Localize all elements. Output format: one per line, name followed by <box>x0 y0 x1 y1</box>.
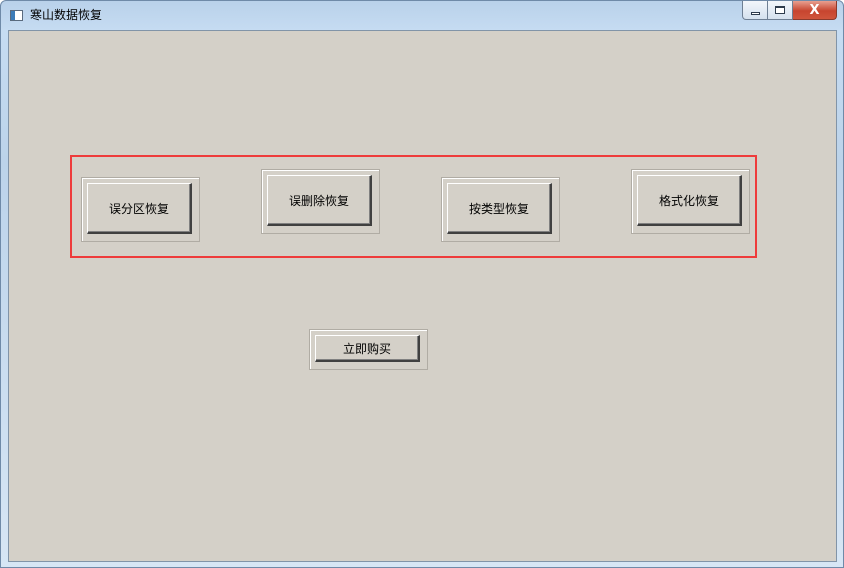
maximize-icon <box>775 6 785 14</box>
app-window: 寒山数据恢复 X 误分区恢复 误删除恢复 按类型恢复 格式化恢复 立即购买 <box>0 0 844 568</box>
close-icon: X <box>809 2 820 18</box>
type-recovery-button[interactable]: 按类型恢复 <box>447 183 552 234</box>
minimize-button[interactable] <box>742 1 768 20</box>
partition-recovery-frame: 误分区恢复 <box>81 177 200 242</box>
format-recovery-button[interactable]: 格式化恢复 <box>637 175 742 226</box>
title-bar[interactable]: 寒山数据恢复 X <box>1 1 843 29</box>
partition-recovery-button[interactable]: 误分区恢复 <box>87 183 192 234</box>
buy-now-button[interactable]: 立即购买 <box>315 335 420 362</box>
minimize-icon <box>750 11 760 15</box>
client-area: 误分区恢复 误删除恢复 按类型恢复 格式化恢复 立即购买 <box>8 30 837 562</box>
close-button[interactable]: X <box>793 1 837 20</box>
format-recovery-frame: 格式化恢复 <box>631 169 750 234</box>
delete-recovery-button[interactable]: 误删除恢复 <box>267 175 372 226</box>
window-title: 寒山数据恢复 <box>30 8 103 22</box>
app-window-icon <box>10 10 23 21</box>
caption-buttons: X <box>742 1 837 21</box>
delete-recovery-frame: 误删除恢复 <box>261 169 380 234</box>
type-recovery-frame: 按类型恢复 <box>441 177 560 242</box>
maximize-button[interactable] <box>768 1 793 20</box>
buy-now-frame: 立即购买 <box>309 329 428 370</box>
